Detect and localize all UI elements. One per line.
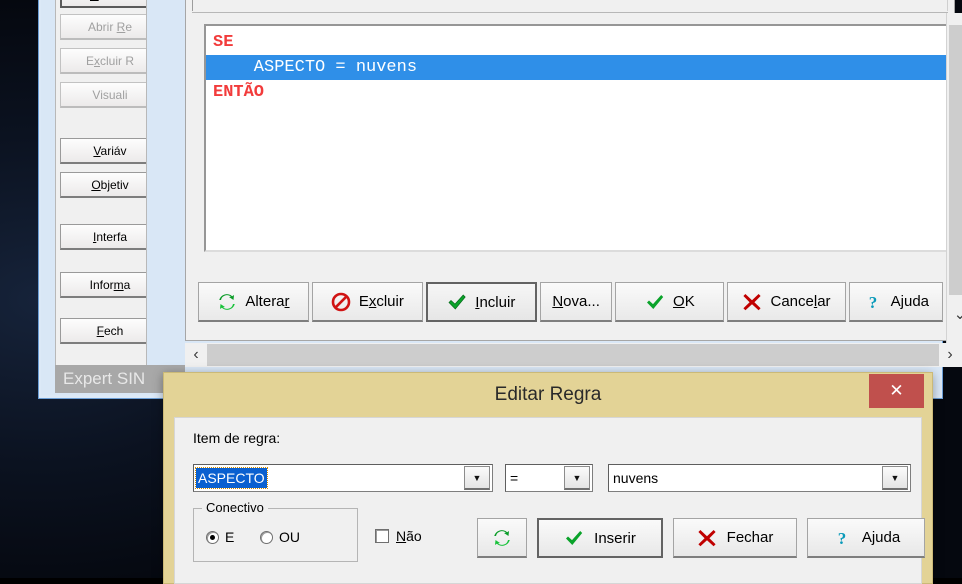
svg-text:?: ? bbox=[838, 529, 847, 548]
rule-panel-top-strip bbox=[192, 0, 948, 11]
ok-button[interactable]: OK bbox=[615, 282, 725, 322]
sidebar: Nova R Abrir Re Excluir R Visuali Variáv… bbox=[55, 0, 147, 393]
rule-button-row: Alterar Excluir Incluir Nova... OK Cance… bbox=[198, 282, 946, 322]
chevron-down-icon[interactable]: ▼ bbox=[464, 466, 490, 490]
operator-value[interactable]: = bbox=[506, 470, 564, 486]
dialog-ajuda-button[interactable]: ? Ajuda bbox=[807, 518, 925, 558]
chevron-down-icon[interactable]: ▼ bbox=[564, 466, 590, 490]
rule-line[interactable]: SE bbox=[206, 30, 947, 55]
item-de-regra-value[interactable]: ASPECTO bbox=[195, 467, 268, 489]
sidebar-label: Fech bbox=[96, 323, 124, 338]
sidebar-label: Informa bbox=[89, 277, 131, 292]
close-icon[interactable]: ✕ bbox=[869, 374, 924, 408]
conectivo-legend: Conectivo bbox=[202, 500, 268, 515]
nova-button[interactable]: Nova... bbox=[539, 282, 613, 322]
rule-panel: SE ASPECTO = nuvens ENTÃO Alterar Exclui… bbox=[185, 0, 955, 341]
button-label: Ajuda bbox=[890, 293, 930, 310]
scroll-left-icon[interactable]: ‹ bbox=[185, 343, 207, 367]
rule-line[interactable]: ENTÃO bbox=[206, 80, 947, 105]
dialog-body: Item de regra: ASPECTO ▼ = ▼ nuvens ▼ Co… bbox=[174, 417, 925, 584]
button-label: Nova... bbox=[552, 293, 600, 310]
sidebar-item-visualizar[interactable]: Visuali bbox=[60, 82, 146, 108]
rule-line-selected[interactable]: ASPECTO = nuvens bbox=[206, 55, 947, 80]
x-icon bbox=[743, 293, 762, 310]
value-text[interactable]: nuvens bbox=[609, 470, 882, 486]
application-window: Nova R Abrir Re Excluir R Visuali Variáv… bbox=[38, 0, 962, 399]
cancelar-button[interactable]: Cancelar bbox=[727, 282, 846, 322]
button-label: Inserir bbox=[594, 529, 636, 547]
question-icon: ? bbox=[868, 293, 877, 312]
sidebar-item-informacoes[interactable]: Informa bbox=[60, 272, 146, 298]
question-icon: ? bbox=[838, 529, 847, 548]
svg-text:?: ? bbox=[868, 293, 877, 312]
incluir-button[interactable]: Incluir bbox=[425, 282, 537, 322]
refresh-icon bbox=[219, 293, 236, 310]
radio-conectivo-e[interactable]: E bbox=[206, 529, 234, 545]
button-label: OK bbox=[673, 293, 695, 310]
radio-conectivo-ou[interactable]: OU bbox=[260, 529, 300, 545]
sidebar-label: Interfa bbox=[92, 229, 128, 244]
sidebar-item-excluir-regra[interactable]: Excluir R bbox=[60, 48, 146, 74]
editar-regra-dialog: Editar Regra ✕ Item de regra: ASPECTO ▼ … bbox=[163, 372, 933, 584]
excluir-button[interactable]: Excluir bbox=[311, 282, 423, 322]
horizontal-scrollbar[interactable]: ‹ › bbox=[185, 343, 962, 367]
value-combo[interactable]: nuvens ▼ bbox=[608, 464, 911, 492]
item-de-regra-combo[interactable]: ASPECTO ▼ bbox=[193, 464, 493, 492]
rule-panel-divider bbox=[192, 12, 948, 13]
sidebar-item-objetivos[interactable]: Objetiv bbox=[60, 172, 146, 198]
button-label: Ajuda bbox=[861, 529, 901, 546]
conectivo-group: Conectivo E OU bbox=[193, 500, 358, 562]
nao-checkbox[interactable]: Não bbox=[375, 528, 422, 544]
rule-listbox[interactable]: SE ASPECTO = nuvens ENTÃO bbox=[204, 24, 949, 252]
chevron-down-icon[interactable]: ▼ bbox=[882, 466, 908, 490]
scroll-down-icon[interactable]: ⌄ bbox=[947, 301, 962, 327]
sidebar-label: Variáv bbox=[93, 143, 127, 158]
button-label: Fechar bbox=[726, 529, 774, 546]
status-bar-text: Expert SIN bbox=[63, 369, 146, 388]
application-window-client: Nova R Abrir Re Excluir R Visuali Variáv… bbox=[41, 0, 962, 395]
operator-combo[interactable]: = ▼ bbox=[505, 464, 593, 492]
sidebar-label: Excluir R bbox=[85, 53, 135, 68]
sidebar-label: Objetiv bbox=[91, 177, 129, 192]
item-de-regra-label: Item de regra: bbox=[193, 430, 281, 446]
sidebar-label: Abrir Re bbox=[87, 19, 133, 34]
dialog-fechar-button[interactable]: Fechar bbox=[673, 518, 797, 558]
radio-label: OU bbox=[279, 529, 300, 545]
alterar-button[interactable]: Alterar bbox=[198, 282, 309, 322]
refresh-icon bbox=[494, 529, 510, 546]
radio-indicator[interactable] bbox=[260, 530, 273, 544]
sidebar-label: Nova R bbox=[90, 0, 130, 2]
vertical-scrollbar[interactable]: ⌄ bbox=[946, 13, 962, 343]
radio-label: E bbox=[225, 529, 235, 545]
sidebar-item-fechar[interactable]: Fech bbox=[60, 318, 146, 344]
vertical-scrollbar-thumb[interactable] bbox=[949, 25, 962, 295]
horizontal-scrollbar-thumb[interactable] bbox=[207, 344, 939, 366]
radio-indicator[interactable] bbox=[206, 530, 219, 544]
ajuda-button[interactable]: ? Ajuda bbox=[848, 282, 944, 322]
dialog-refresh-button[interactable] bbox=[477, 518, 527, 558]
forbidden-icon bbox=[331, 292, 351, 311]
check-icon bbox=[566, 531, 583, 545]
scroll-right-icon[interactable]: › bbox=[939, 343, 961, 367]
sidebar-item-interface[interactable]: Interfa bbox=[60, 224, 146, 250]
dialog-title-bar: Editar Regra bbox=[164, 373, 932, 417]
button-label: Incluir bbox=[475, 293, 516, 311]
check-icon bbox=[448, 294, 466, 310]
sidebar-label: Visuali bbox=[92, 87, 128, 102]
sidebar-item-nova-regra[interactable]: Nova R bbox=[60, 0, 146, 8]
checkbox-label: Não bbox=[396, 528, 422, 544]
dialog-title: Editar Regra bbox=[494, 384, 602, 405]
checkbox-indicator[interactable] bbox=[375, 529, 389, 543]
dialog-button-row: Inserir Fechar ? Ajuda bbox=[477, 518, 925, 558]
dialog-inserir-button[interactable]: Inserir bbox=[537, 518, 663, 558]
check-icon bbox=[647, 294, 664, 309]
sidebar-item-abrir-regra[interactable]: Abrir Re bbox=[60, 14, 146, 40]
x-icon bbox=[698, 529, 716, 546]
button-label: Alterar bbox=[245, 293, 290, 310]
button-label: Cancelar bbox=[770, 293, 831, 310]
sidebar-item-variaveis[interactable]: Variáv bbox=[60, 138, 146, 164]
button-label: Excluir bbox=[358, 293, 404, 310]
